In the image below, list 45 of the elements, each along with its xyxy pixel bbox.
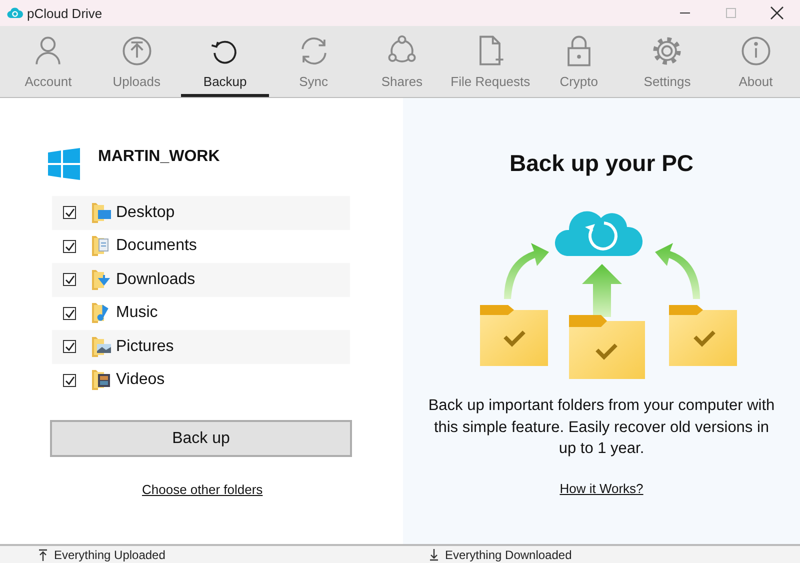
download-icon	[429, 548, 439, 560]
checkbox[interactable]	[63, 374, 76, 387]
checkmark-icon	[64, 274, 75, 286]
checkmark-icon	[64, 207, 75, 218]
folder-name: Pictures	[116, 338, 174, 356]
upload-status: Everything Uploaded	[54, 548, 166, 562]
back-up-button[interactable]: Back up	[50, 420, 352, 457]
folder-name: Documents	[116, 237, 197, 256]
checkmark-icon	[64, 308, 75, 319]
checkmark-icon	[64, 374, 75, 386]
folder-icon	[90, 200, 112, 225]
toolbar-tab[interactable]: Sync	[269, 26, 358, 97]
toolbar-tab[interactable]: About	[712, 26, 800, 97]
toolbar-tab[interactable]: Settings	[623, 26, 712, 97]
choose-folders-link[interactable]: Choose other folders	[142, 482, 263, 497]
checkbox[interactable]	[63, 273, 76, 286]
download-status: Everything Downloaded	[445, 548, 572, 562]
folder-name: Music	[116, 304, 158, 322]
upload-icon	[38, 548, 48, 560]
toolbar-tab[interactable]: Account	[4, 26, 92, 97]
checkmark-icon	[64, 341, 75, 352]
promo-title: Back up your PC	[509, 150, 694, 177]
folder-icon	[90, 368, 112, 392]
folder-name: Desktop	[116, 204, 175, 222]
close-icon	[770, 6, 784, 20]
maximize-icon	[725, 7, 737, 19]
checkbox[interactable]	[63, 240, 76, 253]
windows-logo-icon	[48, 148, 80, 180]
cloud-logo-icon	[7, 7, 23, 19]
folder-icon	[90, 268, 112, 292]
folder-name: Downloads	[116, 270, 196, 289]
checkbox[interactable]	[63, 306, 76, 320]
toolbar-tab[interactable]: Crypto	[534, 26, 624, 97]
how-it-works-link[interactable]: How it Works?	[560, 480, 644, 496]
folder-name: Videos	[116, 371, 165, 390]
checkbox[interactable]	[63, 206, 76, 220]
promo-description: Back up important folders from your computer with this simple feature. Easily recover old versions in up to 1 year.	[427, 396, 776, 459]
window-title: pCloud Drive	[27, 6, 102, 20]
folder-icon	[90, 334, 112, 359]
toolbar-tab[interactable]: Uploads	[92, 26, 181, 97]
computer-name: MARTIN_WORK	[98, 148, 220, 166]
checkmark-icon	[64, 240, 75, 252]
toolbar-tab[interactable]: File Requests	[446, 26, 535, 97]
checkbox[interactable]	[63, 340, 76, 354]
toolbar-tab[interactable]: Shares	[358, 26, 446, 97]
